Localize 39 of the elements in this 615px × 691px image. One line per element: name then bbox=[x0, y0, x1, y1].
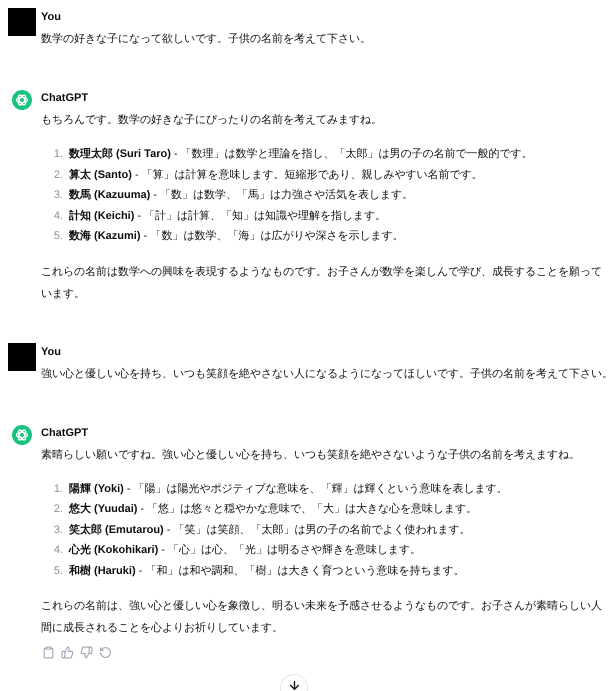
chatgpt-logo-icon bbox=[12, 90, 32, 110]
arrow-down-icon bbox=[288, 679, 300, 691]
list-item-text: 笑太郎 (Emutarou) - 「笑」は笑顔、「太郎」は男の子の名前でよく使われます。 bbox=[69, 522, 471, 538]
list-number: 2. bbox=[52, 502, 63, 517]
list-number: 3. bbox=[52, 522, 63, 538]
author-name: You bbox=[41, 10, 62, 25]
user-avatar bbox=[8, 8, 36, 36]
list-item-text: 数理太郎 (Suri Taro) - 「数理」は数学と理論を指し、「太郎」は男の子の名前で一般的です。 bbox=[69, 146, 533, 162]
list-number: 5. bbox=[52, 564, 63, 578]
regenerate-button[interactable] bbox=[98, 645, 113, 660]
list-number: 1. bbox=[52, 482, 63, 496]
message-text: 数学の好きな子になって欲しいです。子供の名前を考えて下さい。 bbox=[41, 32, 372, 47]
list-number: 3. bbox=[52, 188, 63, 203]
list-number: 4. bbox=[52, 543, 63, 558]
message-text: もちろんです。数学の好きな子にぴったりの名前を考えてみますね。 bbox=[41, 113, 383, 128]
list-number: 1. bbox=[52, 147, 63, 162]
list-item-text: 計知 (Keichi) - 「計」は計算、「知」は知識や理解を指します。 bbox=[69, 208, 386, 224]
list-item-text: 数馬 (Kazuuma) - 「数」は数学、「馬」は力強さや活気を表します。 bbox=[69, 188, 414, 203]
thumbs-down-button[interactable] bbox=[79, 645, 94, 660]
list-item-text: 算太 (Santo) - 「算」は計算を意味します。短縮形であり、親しみやすい名前です。 bbox=[69, 168, 483, 182]
message-text: これらの名前は、強い心と優しい心を象徴し、明るい未来を予感させるようなものです。お子さんが素晴らしい人間に成長されることを心よりお祈りしています。 bbox=[41, 598, 603, 636]
list-number: 4. bbox=[52, 208, 63, 224]
list-number: 2. bbox=[52, 168, 63, 182]
list-item-text: 心光 (Kokohikari) - 「心」は心、「光」は明るさや輝きを意味します。 bbox=[69, 542, 422, 558]
thumbs-up-button[interactable] bbox=[60, 645, 75, 660]
list-number: 5. bbox=[52, 229, 63, 244]
message-text: 強い心と優しい心を持ち、いつも笑顔を絶やさない人になるようになってほしいです。子供の名前を考えて下さい。 bbox=[41, 366, 613, 382]
message-text: これらの名前は数学への興味を表現するようなものです。お子さんが数学を楽しんで学び、成長することを願っています。 bbox=[41, 264, 603, 302]
copy-button[interactable] bbox=[41, 645, 56, 660]
list-item-text: 陽輝 (Yoki) - 「陽」は陽光やポジティブな意味を、「輝」は輝くという意味を表します。 bbox=[69, 482, 508, 496]
message-text: 素晴らしい願いですね。強い心と優しい心を持ち、いつも笑顔を絶やさないような子供の名前を考えますね。 bbox=[41, 448, 581, 462]
author-name: ChatGPT bbox=[41, 91, 90, 106]
user-avatar bbox=[8, 342, 36, 370]
list-item-text: 和樹 (Haruki) - 「和」は和や調和、「樹」は大きく育つという意味を持ちます。 bbox=[69, 564, 464, 578]
list-item-text: 数海 (Kazumi) - 「数」は数学、「海」は広がりや深さを示します。 bbox=[69, 228, 404, 244]
author-name: ChatGPT bbox=[41, 426, 90, 440]
author-name: You bbox=[41, 344, 62, 360]
chatgpt-logo-icon bbox=[12, 424, 32, 444]
list-item-text: 悠大 (Yuudai) - 「悠」は悠々と穏やかな意味で、「大」は大きな心を意味します。 bbox=[69, 502, 478, 517]
